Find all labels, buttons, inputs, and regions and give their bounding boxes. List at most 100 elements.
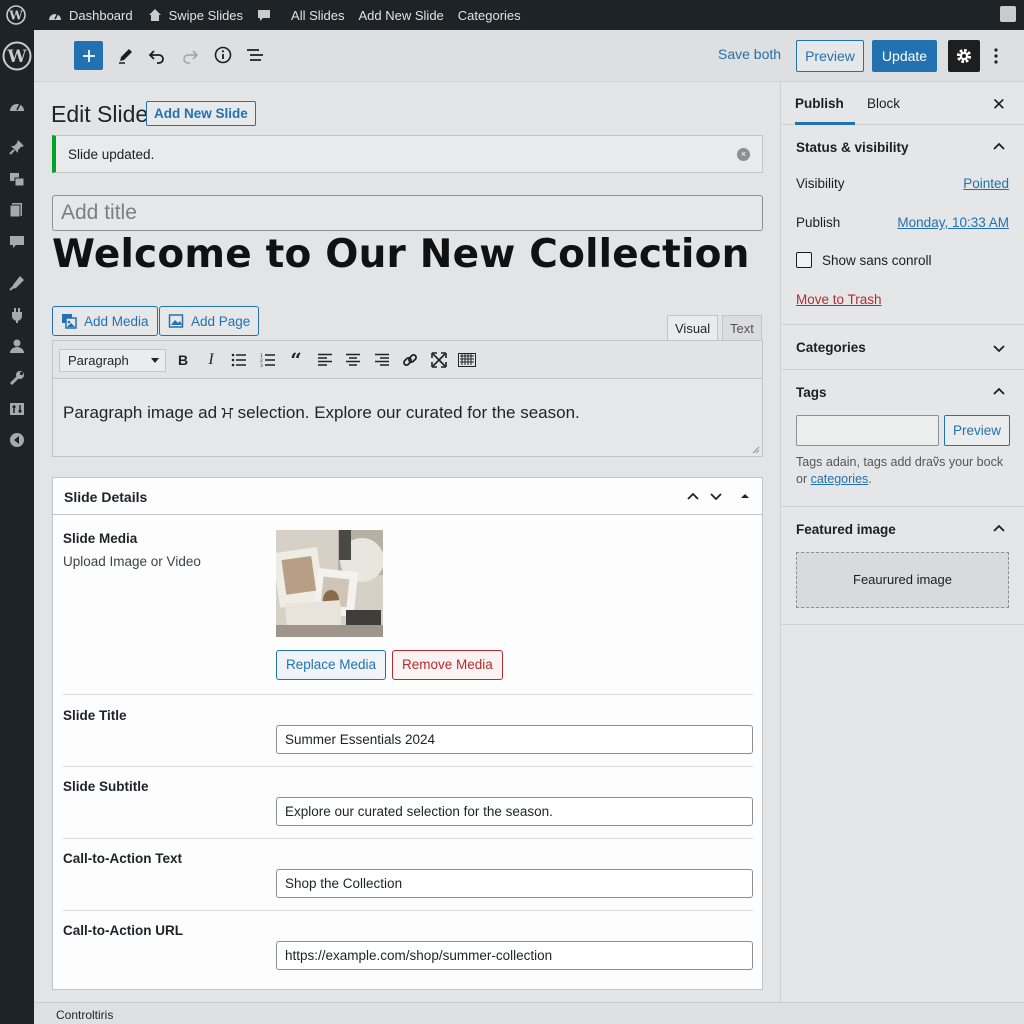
italic-icon[interactable]: I bbox=[202, 351, 220, 369]
align-right-icon[interactable] bbox=[373, 351, 391, 369]
edit-pencil-button[interactable] bbox=[116, 45, 136, 65]
slide-subtitle-input[interactable]: Explore our curated selection for the se… bbox=[276, 797, 753, 826]
cta-text-input[interactable]: Shop the Collection bbox=[276, 869, 753, 898]
notice-text: Slide updated. bbox=[68, 146, 155, 162]
tags-panel-title[interactable]: Tags bbox=[796, 385, 827, 400]
show-checkbox[interactable] bbox=[796, 252, 812, 268]
resize-handle-icon[interactable] bbox=[752, 446, 760, 454]
bulleted-list-icon[interactable] bbox=[230, 351, 248, 369]
tags-preview-button[interactable]: Preview bbox=[944, 415, 1010, 446]
add-media-icon bbox=[62, 314, 77, 329]
move-to-trash-link[interactable]: Move to Trash bbox=[796, 292, 882, 307]
media-photo-image bbox=[276, 530, 383, 637]
admin-bar: W Dashboard Swipe Slides All Slides Add … bbox=[0, 0, 1024, 30]
numbered-list-icon[interactable]: 123 bbox=[259, 351, 277, 369]
slide-title-input[interactable]: Summer Essentials 2024 bbox=[276, 725, 753, 754]
more-options-button[interactable] bbox=[986, 44, 1006, 68]
page-title: Edit Slide bbox=[51, 101, 149, 127]
collapse-toggle-icon[interactable] bbox=[737, 488, 753, 504]
admin-bar-wp-logo[interactable]: W bbox=[0, 0, 39, 30]
admin-bar-site-label: Swipe Slides bbox=[168, 7, 244, 23]
remove-media-button[interactable]: Remove Media bbox=[392, 650, 503, 680]
add-page-label: Add Page bbox=[191, 313, 251, 329]
plugins-icon[interactable] bbox=[8, 306, 26, 324]
align-center-icon[interactable] bbox=[344, 351, 362, 369]
admin-bar-all-slides[interactable]: All Slides bbox=[284, 0, 351, 30]
bold-icon[interactable]: B bbox=[174, 351, 192, 369]
fullscreen-icon[interactable] bbox=[430, 351, 448, 369]
redo-button[interactable] bbox=[180, 45, 200, 65]
update-button[interactable]: Update bbox=[872, 40, 937, 72]
add-media-button[interactable]: Add Media bbox=[52, 306, 158, 336]
panel-divider bbox=[781, 369, 1024, 370]
admin-bar-comments[interactable] bbox=[250, 0, 284, 30]
content-editor[interactable]: Paragraph image ad ਮ selection. Explore … bbox=[52, 379, 763, 457]
info-icon bbox=[214, 46, 232, 64]
tab-visual[interactable]: Visual bbox=[667, 315, 719, 341]
slide-media-thumbnail[interactable] bbox=[276, 530, 383, 637]
chevron-up-icon[interactable] bbox=[992, 385, 1006, 399]
dismiss-icon[interactable]: × bbox=[737, 148, 750, 161]
move-down-icon[interactable] bbox=[708, 488, 724, 504]
replace-media-button[interactable]: Replace Media bbox=[276, 650, 387, 680]
main-content: Edit Slide Add New Slide Slide updated. … bbox=[34, 82, 780, 1002]
post-heading[interactable]: Welcome to Our New Collection bbox=[52, 232, 750, 277]
admin-bar-categories[interactable]: Categories bbox=[451, 0, 528, 30]
wordpress-logo-icon: W bbox=[6, 5, 26, 25]
chevron-up-icon[interactable] bbox=[992, 140, 1006, 154]
admin-bar-add-new-slide[interactable]: Add New Slide bbox=[352, 0, 451, 30]
cta-url-input[interactable]: https://example.com/shop/summer-collecti… bbox=[276, 941, 753, 970]
preview-button[interactable]: Preview bbox=[796, 40, 864, 72]
link-icon[interactable] bbox=[401, 351, 419, 369]
pages-icon[interactable] bbox=[8, 201, 26, 219]
featured-image-panel-title[interactable]: Featured image bbox=[796, 522, 896, 537]
categories-panel-title[interactable]: Categories bbox=[796, 340, 866, 355]
add-new-slide-button[interactable]: Add New Slide bbox=[146, 101, 256, 126]
user-avatar[interactable] bbox=[1000, 6, 1016, 22]
tab-text[interactable]: Text bbox=[722, 315, 762, 341]
format-select-value: Paragraph bbox=[68, 353, 129, 368]
tags-help-text: Tags adain, tags add draṽs your bock or … bbox=[796, 454, 1010, 488]
list-view-button[interactable] bbox=[245, 45, 265, 65]
align-left-icon[interactable] bbox=[316, 351, 334, 369]
toolbar-toggle-icon[interactable] bbox=[458, 351, 476, 369]
tab-block[interactable]: Block bbox=[867, 82, 900, 125]
comments-icon[interactable] bbox=[8, 233, 26, 251]
title-input[interactable]: Add title bbox=[52, 195, 763, 231]
add-block-button[interactable] bbox=[74, 41, 103, 70]
home-icon bbox=[148, 9, 161, 21]
dashboard-icon[interactable] bbox=[8, 98, 26, 116]
save-both-button[interactable]: Save both bbox=[718, 46, 781, 62]
blockquote-icon[interactable]: “ bbox=[287, 348, 305, 372]
appearance-icon[interactable] bbox=[8, 274, 26, 292]
status-visibility-title[interactable]: Status & visibility bbox=[796, 140, 909, 155]
categories-link[interactable]: categories bbox=[811, 472, 869, 486]
move-up-icon[interactable] bbox=[685, 488, 701, 504]
undo-button[interactable] bbox=[147, 45, 167, 65]
tools-icon[interactable] bbox=[8, 369, 26, 387]
content-text: Paragraph image ad ਮ selection. Explore … bbox=[63, 403, 580, 422]
media-icon[interactable] bbox=[8, 170, 26, 188]
wordpress-logo-icon[interactable]: W bbox=[0, 30, 34, 82]
chevron-down-icon[interactable] bbox=[992, 341, 1006, 355]
settings-icon[interactable] bbox=[8, 400, 26, 418]
set-featured-image-button[interactable]: Feaurured image bbox=[796, 552, 1009, 608]
add-page-button[interactable]: Add Page bbox=[159, 306, 260, 336]
admin-bar-dashboard[interactable]: Dashboard bbox=[39, 0, 140, 30]
add-media-label: Add Media bbox=[84, 313, 149, 329]
settings-toggle-button[interactable] bbox=[948, 40, 980, 72]
users-icon[interactable] bbox=[8, 337, 26, 355]
publish-date-link[interactable]: Monday, 10:33 AM bbox=[897, 215, 1009, 230]
format-select[interactable]: Paragraph bbox=[59, 349, 166, 372]
chevron-up-icon[interactable] bbox=[992, 522, 1006, 536]
close-icon[interactable]: ✕ bbox=[992, 95, 1006, 115]
visibility-value-link[interactable]: Pointed bbox=[963, 176, 1009, 191]
admin-bar-site[interactable]: Swipe Slides bbox=[140, 0, 250, 30]
collapse-menu-icon[interactable] bbox=[8, 431, 26, 449]
tab-publish[interactable]: Publish bbox=[795, 82, 855, 125]
details-button[interactable] bbox=[213, 45, 233, 65]
tags-input[interactable] bbox=[796, 415, 939, 446]
slide-details-metabox: Slide Details Slide Media Upload Image o… bbox=[52, 477, 763, 990]
pin-icon[interactable] bbox=[8, 138, 26, 156]
cta-text-label: Call-to-Action Text bbox=[63, 851, 182, 866]
